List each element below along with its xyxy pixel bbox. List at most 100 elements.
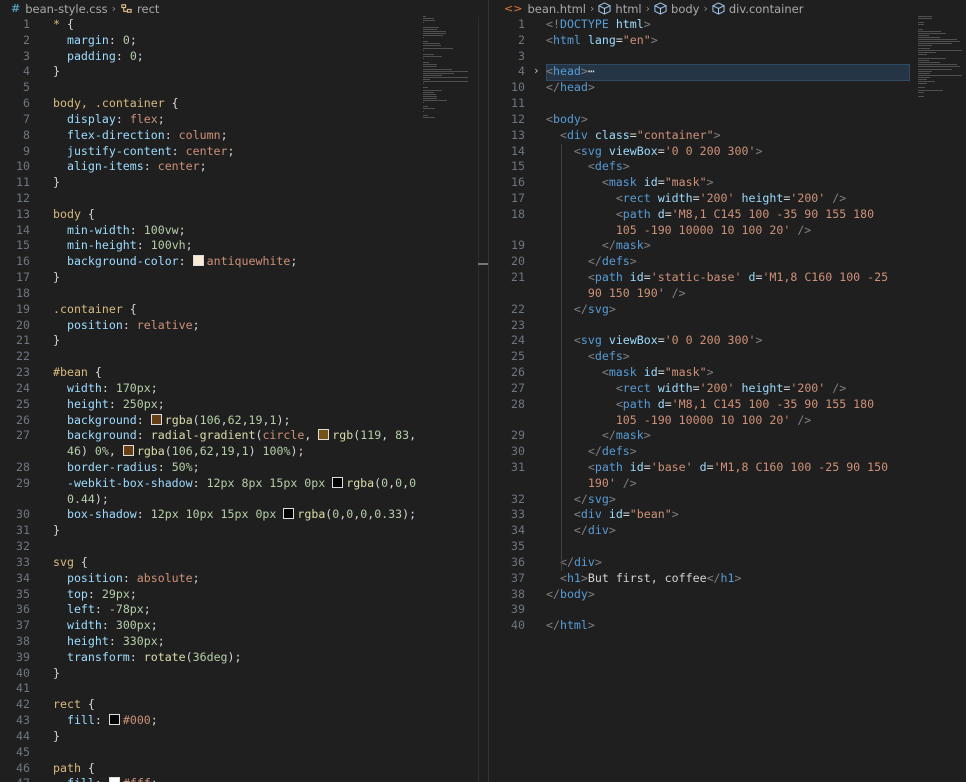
code-line[interactable]: 44} bbox=[0, 729, 488, 745]
code-line[interactable]: 43 fill: #000; bbox=[0, 713, 488, 729]
code-line[interactable]: 14 min-width: 100vw; bbox=[0, 223, 488, 239]
breadcrumb-file[interactable]: bean-style.css bbox=[25, 2, 107, 16]
html-editor-pane[interactable]: <> bean.html › html › body › div.contain… bbox=[489, 0, 966, 782]
code-line[interactable]: 16 background-color: antiquewhite; bbox=[0, 254, 488, 270]
code-line[interactable]: 46 path { bbox=[0, 761, 488, 777]
code-line[interactable]: 37 width: 300px; bbox=[0, 618, 488, 634]
code-line[interactable]: 27 background: radial-gradient(circle, r… bbox=[0, 428, 488, 444]
minimap[interactable] bbox=[918, 16, 966, 196]
css-editor-pane[interactable]: # bean-style.css › rect 1 * {2 margin: 0;… bbox=[0, 0, 488, 782]
code-line[interactable]: 10 </head> bbox=[489, 80, 966, 96]
code-line[interactable]: 22 bbox=[0, 349, 488, 365]
line-number: 15 bbox=[511, 159, 525, 174]
scrollbar-thumb[interactable] bbox=[478, 263, 488, 265]
code-line[interactable]: 35 top: 29px; bbox=[0, 587, 488, 603]
code-line[interactable]: 13 <div class="container"> bbox=[489, 128, 966, 144]
minimap-line bbox=[423, 18, 434, 20]
code-line[interactable]: 4} bbox=[0, 64, 488, 80]
color-swatch[interactable] bbox=[332, 476, 344, 488]
code-line[interactable]: 6 body, .container { bbox=[0, 96, 488, 112]
code-line[interactable]: 38 height: 330px; bbox=[0, 634, 488, 650]
breadcrumb-html[interactable]: html bbox=[615, 2, 641, 16]
code-line[interactable]: 11 bbox=[489, 96, 966, 112]
code-line[interactable]: 33 svg { bbox=[0, 555, 488, 571]
token: , bbox=[409, 428, 417, 443]
code-line[interactable]: 39 bbox=[489, 602, 966, 618]
code-line[interactable]: 18 bbox=[0, 286, 488, 302]
code-text: <body> bbox=[546, 112, 588, 128]
code-line[interactable]: 29 -webkit-box-shadow: 12px 8px 15px 0px… bbox=[0, 476, 488, 492]
code-line[interactable]: 21} bbox=[0, 333, 488, 349]
code-line[interactable]: 26 background: rgba(106,62,19,1); bbox=[0, 413, 488, 429]
token: <! bbox=[546, 17, 560, 31]
color-swatch[interactable] bbox=[318, 429, 330, 441]
code-line[interactable]: 28 border-radius: 50%; bbox=[0, 460, 488, 476]
code-area[interactable]: 1 * {2 margin: 0; 3 padding: 0; 4} 5 6 body, .… bbox=[0, 17, 488, 782]
breadcrumb-file[interactable]: bean.html bbox=[527, 2, 586, 16]
token: ); bbox=[227, 649, 242, 664]
token: body bbox=[552, 111, 581, 126]
breadcrumb-symbol[interactable]: rect bbox=[137, 2, 159, 16]
code-line[interactable]: 41 bbox=[0, 681, 488, 697]
code-line[interactable]: 9 justify-content: center; bbox=[0, 144, 488, 160]
code-area[interactable]: 1 <!DOCTYPE html> 2 <html lang="en"> 3 4 <head… bbox=[489, 17, 966, 782]
code-line[interactable]: 46) 0%, rgba(106,62,19,1) 100%); bbox=[0, 444, 488, 460]
code-line[interactable]: 38 </body> bbox=[489, 587, 966, 603]
code-line[interactable]: 23 #bean { bbox=[0, 365, 488, 381]
code-line[interactable]: 2 margin: 0; bbox=[0, 33, 488, 49]
breadcrumb-body[interactable]: body bbox=[671, 2, 699, 16]
code-line[interactable]: 4 <head>⋯ bbox=[489, 64, 966, 80]
code-line[interactable]: 1 <!DOCTYPE html> bbox=[489, 17, 966, 33]
code-line[interactable]: 32 bbox=[0, 539, 488, 555]
code-line[interactable]: 47 fill: #fff; bbox=[0, 776, 488, 782]
code-line[interactable]: 13 body { bbox=[0, 207, 488, 223]
token: height bbox=[66, 396, 109, 411]
minimap[interactable] bbox=[423, 16, 483, 196]
code-line[interactable]: 39 transform: rotate(36deg); bbox=[0, 650, 488, 666]
code-line[interactable]: 30 box-shadow: 12px 10px 15px 0px rgba(0… bbox=[0, 507, 488, 523]
code-line[interactable]: 45 bbox=[0, 745, 488, 761]
code-line[interactable]: 36 left: -78px; bbox=[0, 602, 488, 618]
code-line[interactable]: 40 </html> bbox=[489, 618, 966, 634]
code-line[interactable]: 12 <body> bbox=[489, 112, 966, 128]
color-swatch[interactable] bbox=[122, 445, 134, 457]
color-swatch[interactable] bbox=[192, 255, 204, 267]
code-line[interactable]: 40} bbox=[0, 666, 488, 682]
code-line[interactable]: 12 bbox=[0, 191, 488, 207]
code-line[interactable]: 42 rect { bbox=[0, 697, 488, 713]
code-text: <div id="bean"> bbox=[546, 507, 679, 523]
code-line[interactable]: 11} bbox=[0, 175, 488, 191]
code-line[interactable]: 8 flex-direction: column; bbox=[0, 128, 488, 144]
code-line[interactable]: 1 * { bbox=[0, 17, 488, 33]
code-line[interactable]: 3 padding: 0; bbox=[0, 49, 488, 65]
code-text: position: relative; bbox=[53, 318, 200, 334]
token: > bbox=[755, 143, 763, 158]
code-line[interactable]: 19 .container { bbox=[0, 302, 488, 318]
code-line[interactable]: 20 position: relative; bbox=[0, 318, 488, 334]
code-line[interactable]: 24 width: 170px; bbox=[0, 381, 488, 397]
code-line[interactable]: 7 display: flex; bbox=[0, 112, 488, 128]
code-line[interactable]: 10 align-items: center; bbox=[0, 159, 488, 175]
breadcrumb-div-container[interactable]: div.container bbox=[729, 2, 804, 16]
color-swatch[interactable] bbox=[108, 714, 120, 726]
code-line[interactable]: 17} bbox=[0, 270, 488, 286]
token: svg bbox=[580, 333, 602, 348]
chevron-right-icon[interactable]: › bbox=[533, 64, 540, 77]
code-line[interactable]: 5 bbox=[0, 80, 488, 96]
code-line[interactable]: 0.44); bbox=[0, 492, 488, 508]
code-line[interactable]: 34 position: absolute; bbox=[0, 571, 488, 587]
token: : bbox=[94, 713, 109, 728]
color-swatch[interactable] bbox=[150, 413, 162, 425]
code-line[interactable]: 3 bbox=[489, 49, 966, 65]
token: 12px 8px 15px 0px bbox=[206, 475, 333, 490]
code-line[interactable]: 37 <h1>But first, coffee</h1> bbox=[489, 571, 966, 587]
code-line[interactable]: 31} bbox=[0, 523, 488, 539]
color-swatch[interactable] bbox=[108, 777, 120, 782]
color-swatch[interactable] bbox=[283, 508, 295, 520]
token: 105 -190 10000 10 100 20' bbox=[615, 222, 791, 237]
code-line[interactable]: 2 <html lang="en"> bbox=[489, 33, 966, 49]
code-line[interactable]: 15 min-height: 100vh; bbox=[0, 238, 488, 254]
code-line[interactable]: 25 height: 250px; bbox=[0, 397, 488, 413]
